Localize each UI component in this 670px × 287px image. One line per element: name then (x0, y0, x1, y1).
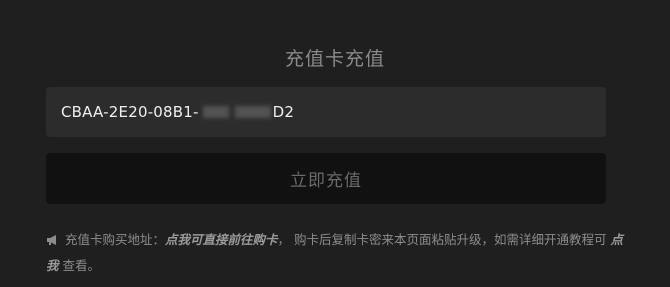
recharge-now-button[interactable]: 立即充值 (46, 153, 606, 204)
redacted-blur (234, 106, 271, 118)
purchase-notice: 充值卡购买地址：点我可直接前往购卡， 购卡后复制卡密来本页面粘贴升级，如需详细开… (46, 228, 626, 278)
megaphone-icon (46, 230, 60, 254)
card-code-prefix: CBAA-2E20-08B1- (61, 103, 199, 121)
card-code-suffix: D2 (272, 103, 295, 121)
buy-card-link[interactable]: 点我可直接前往购卡 (165, 232, 278, 247)
recharge-card-title: 充值卡充值 (284, 48, 385, 70)
notice-text-3: 查看。 (58, 258, 100, 273)
notice-text-2: ， 购卡后复制卡密来本页面粘贴升级，如需详细开通教程可 (277, 232, 611, 247)
redacted-blur (202, 106, 229, 118)
notice-text-1: 充值卡购买地址： (65, 232, 166, 247)
card-code-input[interactable]: CBAA-2E20-08B1- D2 (46, 87, 606, 137)
